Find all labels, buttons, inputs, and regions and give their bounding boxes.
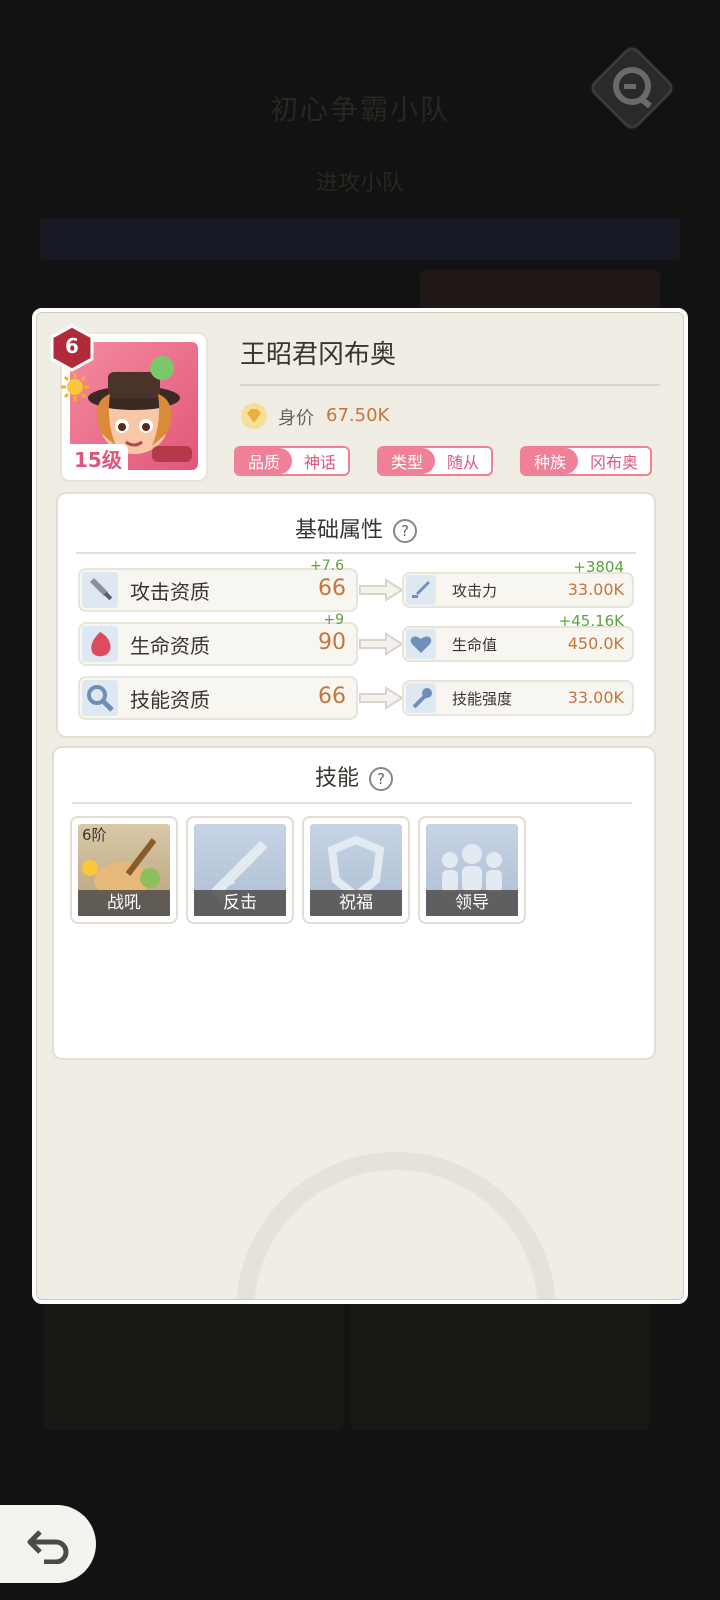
tag-type: 类型 随从: [377, 446, 494, 476]
back-arrow-icon: [27, 1530, 69, 1564]
attr-value: 66: [318, 576, 346, 601]
name-divider: [240, 384, 660, 386]
diamond-coin-icon: [241, 403, 267, 429]
arrow-right-icon: [359, 632, 404, 656]
modal-watermark: [236, 1152, 556, 1300]
stat-name: 攻击力: [452, 582, 498, 600]
skills-title-row: 技能?: [54, 760, 654, 792]
attr-row-health: 生命资质 90 +9: [80, 612, 356, 664]
tag-key: 品质: [236, 448, 293, 474]
attr-value: 90: [318, 630, 346, 655]
hero-name: 王昭君冈布奥: [240, 340, 397, 370]
skill-label: 反击: [194, 890, 286, 916]
level-badge-number: 6: [65, 334, 79, 358]
stat-value: 33.00K: [567, 688, 624, 707]
chat-icon[interactable]: [584, 40, 680, 136]
attr-bonus: +9: [323, 612, 344, 628]
back-button[interactable]: [0, 1505, 96, 1583]
attr-bonus: +7.6: [310, 558, 344, 574]
hero-detail-modal: 6 15级 王昭君冈布奥 身价 67.50K 品质 神话 类型 随从 种族 冈布…: [32, 308, 688, 1304]
tag-key: 类型: [379, 448, 436, 474]
panel-divider: [72, 802, 632, 804]
stat-row-health: 生命值 450.0K +45.16K: [404, 612, 632, 660]
background-bar: [40, 218, 680, 260]
sun-star-icon: [61, 373, 89, 401]
background-subtitle: 进攻小队: [315, 171, 404, 196]
drop-icon: [82, 626, 118, 662]
panel-divider: [76, 552, 636, 554]
background-card-left: [44, 1290, 344, 1430]
help-icon[interactable]: ?: [369, 767, 393, 791]
skill-label: 领导: [426, 890, 518, 916]
stat-value: 450.0K: [567, 634, 624, 653]
skill-slot-2[interactable]: 反击: [188, 818, 292, 922]
hero-avatar-card: 6 15级: [50, 324, 206, 480]
tag-value: 神话: [304, 453, 337, 472]
tag-value: 冈布奥: [590, 453, 639, 472]
help-icon[interactable]: ?: [393, 519, 417, 543]
skill-slot-3[interactable]: 祝福: [304, 818, 408, 922]
stat-value: 33.00K: [567, 580, 624, 599]
skills-panel: 技能? 6阶 战吼 反击 祝福 领导: [54, 748, 654, 1058]
background-card-right: [350, 1290, 650, 1430]
skill-label: 战吼: [78, 890, 170, 916]
tag-value: 随从: [447, 453, 480, 472]
attr-row-skill: 技能资质 66: [80, 678, 356, 718]
skill-slot-4[interactable]: 领导: [420, 818, 524, 922]
skill-label: 祝福: [310, 890, 402, 916]
skill-tier: 6阶: [82, 826, 107, 844]
basic-attributes-title-row: 基础属性?: [58, 512, 654, 544]
hero-level: 15级: [68, 444, 128, 473]
arrow-right-icon: [359, 686, 404, 710]
stat-name: 技能强度: [452, 690, 513, 708]
price-value: 67.50K: [326, 405, 390, 426]
stat-name: 生命值: [452, 636, 498, 654]
blade-icon: [406, 575, 436, 605]
tag-race: 种族 冈布奥: [520, 446, 653, 476]
skills-title: 技能: [314, 766, 359, 791]
wand-icon: [406, 683, 436, 713]
attr-name: 攻击资质: [130, 580, 210, 604]
attr-name: 技能资质: [130, 688, 210, 712]
tag-key: 种族: [522, 448, 579, 474]
basic-attributes-panel: 基础属性? 攻击资质 66 +7.6 攻击力 33.00K +3804 生命资质…: [58, 494, 654, 736]
stat-row-skill: 技能强度 33.00K: [404, 682, 632, 714]
stat-row-attack: 攻击力 33.00K +3804: [404, 558, 632, 606]
tag-quality: 品质 神话: [234, 446, 351, 476]
attr-name: 生命资质: [130, 634, 210, 658]
attr-row-attack: 攻击资质 66 +7.6: [80, 558, 356, 610]
stat-bonus: +3804: [573, 558, 624, 576]
magnifier-icon: [82, 680, 118, 716]
sword-icon: [82, 572, 118, 608]
price-label: 身价: [278, 408, 314, 429]
attr-value: 66: [318, 684, 346, 709]
heart-icon: [406, 629, 436, 659]
stat-bonus: +45.16K: [558, 612, 624, 630]
skill-slot-1[interactable]: 6阶 战吼: [72, 818, 176, 922]
arrow-right-icon: [359, 578, 404, 602]
basic-attributes-title: 基础属性: [294, 518, 383, 543]
